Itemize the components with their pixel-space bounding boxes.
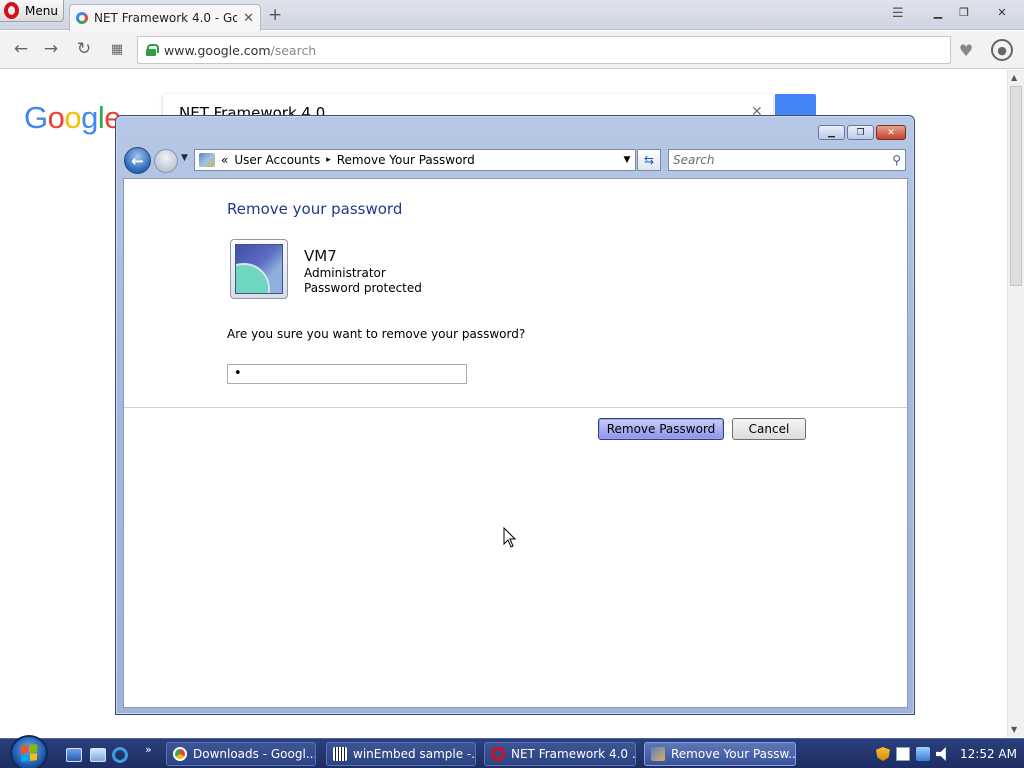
- browser-tab-bar: Menu NET Framework 4.0 - Goog ✕ + ☰ ▁ ❐ …: [0, 0, 1024, 31]
- user-role: Administrator: [304, 266, 386, 280]
- network-icon[interactable]: [916, 747, 930, 761]
- divider: [124, 407, 907, 408]
- windows-logo-icon: [21, 744, 37, 762]
- page-title: Remove your password: [227, 200, 403, 218]
- user-accounts-icon: [651, 747, 665, 761]
- control-panel-search-input[interactable]: Search ⚲: [668, 149, 906, 171]
- close-window-icon[interactable]: ✕: [992, 4, 1012, 20]
- task-label: Downloads - Googl...: [193, 747, 316, 761]
- scroll-down-icon[interactable]: ▼: [1011, 725, 1017, 734]
- back-arrow-icon[interactable]: ←: [10, 39, 32, 59]
- taskbar-item-opera[interactable]: NET Framework 4.0 ...: [484, 742, 636, 766]
- user-picture: [235, 244, 283, 294]
- taskbar-item-downloads[interactable]: Downloads - Googl...: [166, 742, 316, 766]
- dialog-content: Remove your password VM7 Administrator P…: [123, 178, 908, 708]
- quicklaunch-more-icon[interactable]: »: [145, 743, 152, 756]
- menu-label: Menu: [25, 3, 58, 18]
- url-host: www.google.com: [164, 42, 271, 58]
- breadcrumb-user-accounts[interactable]: User Accounts: [234, 153, 320, 167]
- breadcrumb-overflow[interactable]: «: [221, 153, 228, 167]
- new-tab-button[interactable]: +: [268, 5, 282, 25]
- bookmark-heart-icon[interactable]: ♥: [955, 39, 977, 61]
- reload-icon[interactable]: ↻: [73, 39, 95, 59]
- speed-dial-icon[interactable]: ▦: [106, 39, 128, 59]
- scrollbar-thumb[interactable]: [1010, 86, 1022, 286]
- breadcrumb-separator-icon: ▸: [326, 155, 331, 165]
- internet-explorer-icon[interactable]: [112, 747, 128, 763]
- search-icon[interactable]: ⚲: [892, 153, 901, 167]
- tab-close-icon[interactable]: ✕: [243, 11, 254, 26]
- taskbar: » Downloads - Googl... winEmbed sample -…: [0, 735, 1024, 768]
- remove-password-button[interactable]: Remove Password: [598, 418, 724, 440]
- recent-pages-icon[interactable]: ▼: [181, 153, 188, 163]
- browser-tab[interactable]: NET Framework 4.0 - Goog ✕: [69, 4, 261, 31]
- task-label: NET Framework 4.0 ...: [511, 747, 636, 761]
- search-placeholder: Search: [673, 153, 715, 167]
- action-center-icon[interactable]: [896, 747, 910, 761]
- avatar: [230, 239, 288, 299]
- google-logo-letter: G: [24, 100, 48, 135]
- chrome-icon: [173, 747, 187, 761]
- mouse-cursor-icon: [503, 527, 517, 548]
- control-panel-icon: [199, 153, 215, 167]
- taskbar-item-winembed[interactable]: winEmbed sample -...: [326, 742, 476, 766]
- url-path: /search: [270, 42, 317, 58]
- opera-menu-button[interactable]: Menu: [0, 0, 64, 22]
- cancel-button[interactable]: Cancel: [732, 418, 806, 440]
- confirm-question: Are you sure you want to remove your pas…: [227, 327, 526, 341]
- app-icon: [333, 747, 347, 761]
- scroll-up-icon[interactable]: ▲: [1011, 73, 1017, 82]
- task-label: winEmbed sample -...: [353, 747, 476, 761]
- taskbar-item-remove-password[interactable]: Remove Your Passw...: [644, 742, 796, 766]
- url-text: www.google.com/search: [164, 43, 316, 58]
- opera-logo-icon: [4, 2, 19, 19]
- url-field[interactable]: www.google.com/search: [137, 36, 951, 64]
- forward-button[interactable]: [154, 149, 178, 173]
- switch-windows-icon[interactable]: [90, 748, 106, 762]
- volume-icon[interactable]: [936, 747, 946, 761]
- user-status: Password protected: [304, 281, 422, 295]
- task-label: Remove Your Passw...: [671, 747, 796, 761]
- tab-menu-icon[interactable]: ☰: [892, 6, 908, 22]
- remove-password-window: ▁ ❐ ✕ ← ▼ « User Accounts ▸ Remove Your …: [115, 115, 915, 715]
- lock-icon: [146, 44, 159, 56]
- breadcrumb-remove-password[interactable]: Remove Your Password: [337, 153, 475, 167]
- google-logo[interactable]: Google: [24, 100, 122, 136]
- minimize-icon[interactable]: ▁: [928, 4, 948, 20]
- show-desktop-icon[interactable]: [66, 748, 82, 762]
- opera-icon: [491, 747, 505, 761]
- forward-arrow-icon[interactable]: →: [40, 39, 62, 59]
- refresh-icon[interactable]: ⇆: [637, 149, 661, 171]
- system-tray: 12:52 AM: [870, 739, 1024, 768]
- google-favicon-icon: [76, 12, 88, 24]
- page-scrollbar[interactable]: ▲ ▼: [1007, 70, 1024, 737]
- google-logo-letter: o: [64, 100, 82, 135]
- address-toolbar: ← → ↻ ▦ www.google.com/search ♥ ●: [0, 31, 1024, 69]
- password-field[interactable]: •: [227, 364, 467, 384]
- restore-icon[interactable]: ❐: [954, 4, 974, 20]
- breadcrumb[interactable]: « User Accounts ▸ Remove Your Password ▼: [194, 149, 636, 171]
- google-logo-letter: g: [81, 100, 98, 135]
- profile-icon[interactable]: ●: [991, 39, 1013, 61]
- address-dropdown-icon[interactable]: ▼: [619, 155, 635, 165]
- dialog-minimize-button[interactable]: ▁: [818, 125, 845, 140]
- back-button[interactable]: ←: [124, 147, 151, 174]
- tab-title: NET Framework 4.0 - Goog: [94, 11, 238, 25]
- dialog-maximize-button[interactable]: ❐: [847, 125, 874, 140]
- security-shield-icon[interactable]: [876, 747, 890, 761]
- start-button[interactable]: [10, 735, 48, 768]
- user-name: VM7: [304, 247, 337, 265]
- clock[interactable]: 12:52 AM: [960, 747, 1017, 761]
- google-logo-letter: o: [47, 100, 65, 135]
- dialog-close-button[interactable]: ✕: [876, 125, 906, 140]
